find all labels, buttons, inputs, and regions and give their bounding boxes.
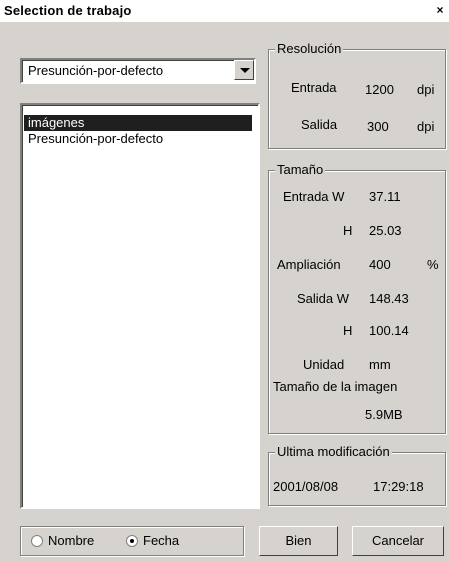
last-modified-group: Ultima modificación 2001/08/08 17:29:18 [268,444,446,506]
size-zoom-value: 400 [369,257,391,272]
ok-button[interactable]: Bien [259,526,338,556]
size-input-w-value: 37.11 [369,189,401,204]
size-input-h-label: H [343,223,353,238]
size-image-size-value: 5.9MB [365,407,403,422]
sort-group: Nombre Fecha [20,526,244,556]
size-output-w-value: 148.43 [369,291,409,306]
size-input-h-value: 25.03 [369,223,402,238]
size-zoom-label: Ampliación [277,257,341,272]
resolution-output-unit: dpi [417,119,435,134]
resolution-input-unit: dpi [417,82,435,97]
title-bar: Selection de trabajo × [0,0,449,23]
size-output-h-label: H [343,323,353,338]
size-input-w-label: Entrada W [283,189,345,204]
resolution-output-value: 300 [367,119,389,134]
last-modified-time: 17:29:18 [373,479,424,494]
last-modified-legend: Ultima modificación [275,444,392,459]
profile-select-value: Presunción-por-defecto [28,63,164,78]
sort-by-name-label[interactable]: Nombre [48,533,94,548]
profile-select[interactable]: Presunción-por-defecto [20,58,256,84]
size-output-h-value: 100.14 [369,323,409,338]
resolution-input-label: Entrada [291,80,337,95]
size-unit-label: Unidad [303,357,345,372]
job-list-item-default[interactable]: Presunción-por-defecto [24,131,252,147]
resolution-input-value: 1200 [365,82,394,97]
chevron-down-icon [240,68,250,73]
resolution-legend: Resolución [275,41,344,56]
job-list[interactable]: imágenes Presunción-por-defecto [20,103,260,509]
size-output-w-label: Salida W [297,291,350,306]
size-zoom-unit: % [427,257,439,272]
resolution-output-label: Salida [301,117,338,132]
sort-by-name-radio[interactable] [31,535,43,547]
size-image-size-label: Tamaño de la imagen [273,379,398,394]
profile-select-dropdown-button[interactable] [234,60,254,80]
size-legend: Tamaño [275,162,326,177]
sort-by-date-radio[interactable] [126,535,138,547]
cancel-button[interactable]: Cancelar [352,526,444,556]
job-list-item-imagenes[interactable]: imágenes [24,115,252,131]
size-group: Tamaño Entrada W 37.11 H 25.03 Ampliació… [268,162,446,434]
size-unit-value: mm [369,357,391,372]
resolution-group: Resolución Entrada 1200 dpi Salida 300 d… [268,41,446,149]
job-selection-dialog: Selection de trabajo × Presunción-por-de… [0,0,449,562]
close-button[interactable]: × [433,2,447,18]
last-modified-date: 2001/08/08 [273,479,339,494]
window-title: Selection de trabajo [4,3,132,18]
sort-by-date-label[interactable]: Fecha [143,533,179,548]
